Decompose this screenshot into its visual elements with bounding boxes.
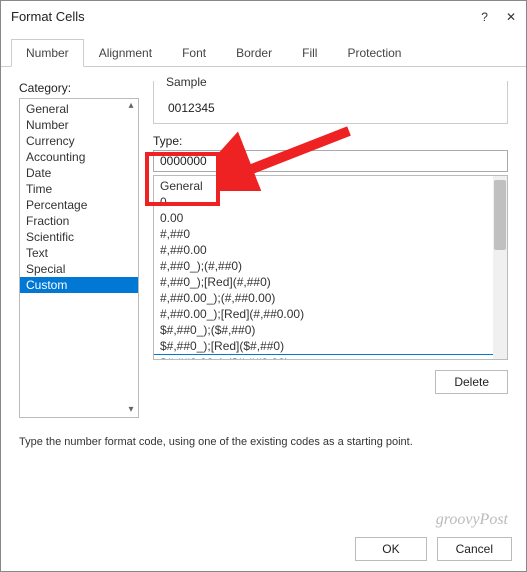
category-item[interactable]: Date xyxy=(20,165,138,181)
dialog-title: Format Cells xyxy=(11,9,85,24)
format-item[interactable]: $#,##0_);[Red]($#,##0) xyxy=(154,338,507,354)
format-item[interactable]: #,##0.00_);(#,##0.00) xyxy=(154,290,507,306)
tab-border[interactable]: Border xyxy=(221,39,287,67)
close-icon[interactable]: ✕ xyxy=(506,10,516,24)
ok-button[interactable]: OK xyxy=(355,537,426,561)
scroll-down-icon[interactable]: ▾ xyxy=(125,404,137,416)
category-item[interactable]: Percentage xyxy=(20,197,138,213)
category-item[interactable]: Currency xyxy=(20,133,138,149)
format-item[interactable]: #,##0 xyxy=(154,226,507,242)
category-item[interactable]: Scientific xyxy=(20,229,138,245)
scrollbar[interactable] xyxy=(493,176,507,359)
format-item[interactable]: #,##0_);(#,##0) xyxy=(154,258,507,274)
category-item-selected[interactable]: Custom xyxy=(20,277,138,293)
type-label: Type: xyxy=(153,134,508,148)
cancel-button[interactable]: Cancel xyxy=(437,537,512,561)
format-item[interactable]: General xyxy=(154,178,507,194)
category-label: Category: xyxy=(19,81,139,95)
scroll-up-icon[interactable]: ▴ xyxy=(125,100,137,112)
category-list[interactable]: ▴ General Number Currency Accounting Dat… xyxy=(19,98,139,418)
category-item[interactable]: General xyxy=(20,101,138,117)
format-item[interactable]: 0.00 xyxy=(154,210,507,226)
sample-value: 0012345 xyxy=(162,101,499,115)
tab-strip: Number Alignment Font Border Fill Protec… xyxy=(1,38,526,67)
type-input[interactable] xyxy=(153,150,508,172)
category-item[interactable]: Fraction xyxy=(20,213,138,229)
category-item[interactable]: Number xyxy=(20,117,138,133)
tab-protection[interactable]: Protection xyxy=(332,39,416,67)
tab-alignment[interactable]: Alignment xyxy=(84,39,167,67)
category-item[interactable]: Text xyxy=(20,245,138,261)
format-item[interactable]: #,##0.00 xyxy=(154,242,507,258)
sample-label: Sample xyxy=(162,75,211,89)
watermark: groovyPost xyxy=(436,511,508,529)
category-item[interactable]: Special xyxy=(20,261,138,277)
tab-number[interactable]: Number xyxy=(11,39,84,67)
category-item[interactable]: Time xyxy=(20,181,138,197)
hint-text: Type the number format code, using one o… xyxy=(1,426,526,458)
tab-font[interactable]: Font xyxy=(167,39,221,67)
format-code-list[interactable]: General 0 0.00 #,##0 #,##0.00 #,##0_);(#… xyxy=(153,175,508,360)
category-item[interactable]: Accounting xyxy=(20,149,138,165)
format-item[interactable]: 0 xyxy=(154,194,507,210)
format-item[interactable]: #,##0.00_);[Red](#,##0.00) xyxy=(154,306,507,322)
delete-button[interactable]: Delete xyxy=(435,370,508,394)
format-item[interactable]: #,##0_);[Red](#,##0) xyxy=(154,274,507,290)
tab-fill[interactable]: Fill xyxy=(287,39,332,67)
scrollbar-thumb[interactable] xyxy=(494,180,506,250)
help-icon[interactable]: ? xyxy=(481,10,488,24)
format-item[interactable]: $#,##0.00_);($#,##0.00) xyxy=(154,354,507,360)
format-item[interactable]: $#,##0_);($#,##0) xyxy=(154,322,507,338)
